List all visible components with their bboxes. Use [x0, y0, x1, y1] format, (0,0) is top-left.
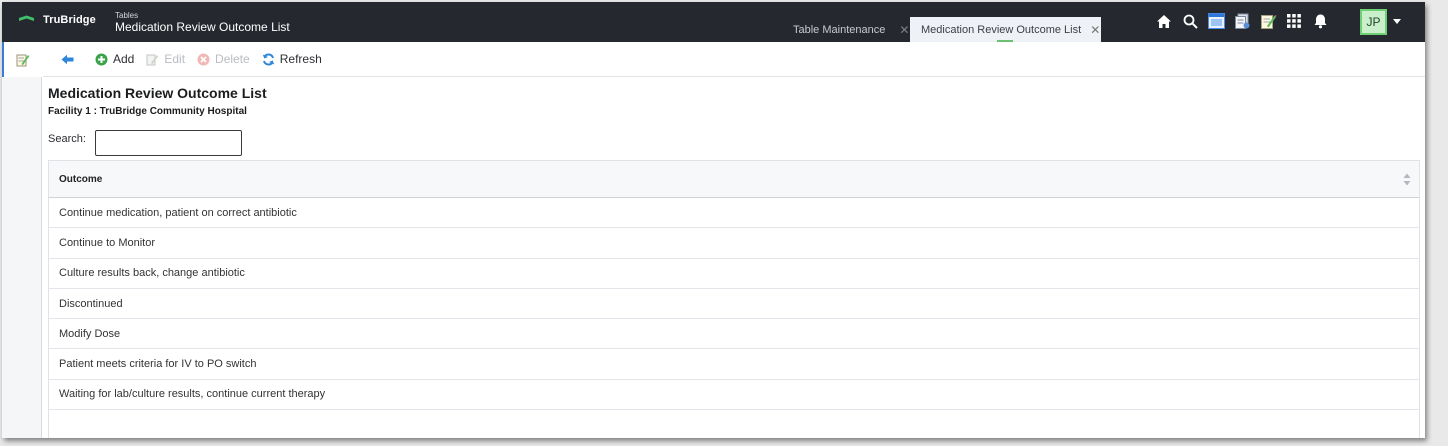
- left-rail: [2, 42, 42, 438]
- search-icon[interactable]: [1181, 12, 1199, 30]
- outcome-cell: Modify Dose: [59, 327, 121, 340]
- refresh-icon: [262, 53, 274, 65]
- edit-icon: [146, 54, 159, 65]
- outcome-cell: Patient meets criteria for IV to PO swit…: [59, 358, 257, 371]
- add-circle-icon: [95, 53, 108, 65]
- back-button[interactable]: [61, 54, 79, 65]
- app-section: Tables: [115, 11, 139, 20]
- search-row: Search:: [48, 130, 242, 156]
- outcome-cell: Continue medication, patient on correct …: [59, 206, 297, 219]
- table-empty-area: [49, 410, 1419, 438]
- chevron-down-icon[interactable]: [1393, 19, 1401, 24]
- arrow-left-icon: [61, 54, 74, 64]
- outcome-table: Outcome Continue medication, patient on …: [48, 160, 1420, 438]
- delete-circle-icon: [197, 53, 210, 65]
- app-title: Medication Review Outcome List: [115, 20, 290, 34]
- facility-label: Facility 1 : TruBridge Community Hospita…: [48, 106, 247, 117]
- tab-label: Table Maintenance: [793, 23, 886, 36]
- close-icon[interactable]: ✕: [899, 23, 909, 37]
- table-row[interactable]: Culture results back, change antibiotic: [49, 259, 1419, 289]
- action-toolbar: Add Edit Delete Refresh: [43, 42, 1425, 77]
- table-row[interactable]: Continue medication, patient on correct …: [49, 198, 1419, 229]
- documents-icon[interactable]: [1233, 12, 1251, 30]
- delete-button[interactable]: Delete: [197, 52, 250, 66]
- apps-grid-icon[interactable]: [1285, 12, 1303, 30]
- search-label: Search:: [48, 133, 86, 145]
- main-content: Medication Review Outcome List Facility …: [48, 84, 1420, 438]
- notes-icon: [16, 54, 30, 66]
- notes-icon[interactable]: [1259, 12, 1277, 30]
- refresh-label: Refresh: [279, 52, 322, 66]
- page-title: Medication Review Outcome List: [48, 85, 267, 101]
- app-title-block: Tables Medication Review Outcome List: [115, 11, 290, 35]
- tab-table-maintenance[interactable]: Table Maintenance ✕: [782, 17, 910, 42]
- delete-label: Delete: [215, 52, 250, 66]
- outcome-cell: Culture results back, change antibiotic: [59, 267, 245, 280]
- user-avatar[interactable]: JP: [1360, 9, 1387, 35]
- trubridge-logo-icon: [19, 15, 34, 21]
- edit-button[interactable]: Edit: [146, 52, 185, 66]
- home-icon[interactable]: [1155, 12, 1173, 30]
- close-icon[interactable]: ✕: [1090, 23, 1100, 37]
- brand-name: TruBridge: [43, 14, 96, 26]
- window-icon[interactable]: [1207, 12, 1225, 30]
- refresh-button[interactable]: Refresh: [262, 52, 322, 66]
- table-row[interactable]: Patient meets criteria for IV to PO swit…: [49, 349, 1419, 380]
- screen-background: TruBridge Tables Medication Review Outco…: [0, 0, 1448, 446]
- top-bar: TruBridge Tables Medication Review Outco…: [2, 2, 1425, 42]
- column-header-label: Outcome: [59, 173, 103, 185]
- table-row[interactable]: Continue to Monitor: [49, 228, 1419, 259]
- tab-label: Medication Review Outcome List: [921, 23, 1082, 36]
- add-button[interactable]: Add: [95, 52, 134, 66]
- outcome-cell: Discontinued: [59, 297, 123, 310]
- table-row[interactable]: Waiting for lab/culture results, continu…: [49, 380, 1419, 411]
- bell-icon[interactable]: [1311, 12, 1329, 30]
- outcome-cell: Continue to Monitor: [59, 236, 155, 249]
- brand-logo[interactable]: TruBridge: [18, 14, 96, 26]
- search-input[interactable]: [94, 130, 242, 156]
- edit-label: Edit: [164, 52, 186, 66]
- table-row[interactable]: Discontinued: [49, 289, 1419, 320]
- outcome-cell: Waiting for lab/culture results, continu…: [59, 388, 326, 401]
- table-row[interactable]: Modify Dose: [49, 319, 1419, 350]
- add-label: Add: [113, 52, 135, 66]
- app-window: TruBridge Tables Medication Review Outco…: [2, 2, 1425, 438]
- header-icon-bar: [1155, 12, 1337, 30]
- rail-item-table-maintenance[interactable]: [2, 42, 42, 77]
- tab-medication-review-outcome-list[interactable]: Medication Review Outcome List ✕: [910, 17, 1101, 42]
- sort-icon[interactable]: [1403, 173, 1411, 186]
- column-header-outcome[interactable]: Outcome: [49, 161, 1419, 198]
